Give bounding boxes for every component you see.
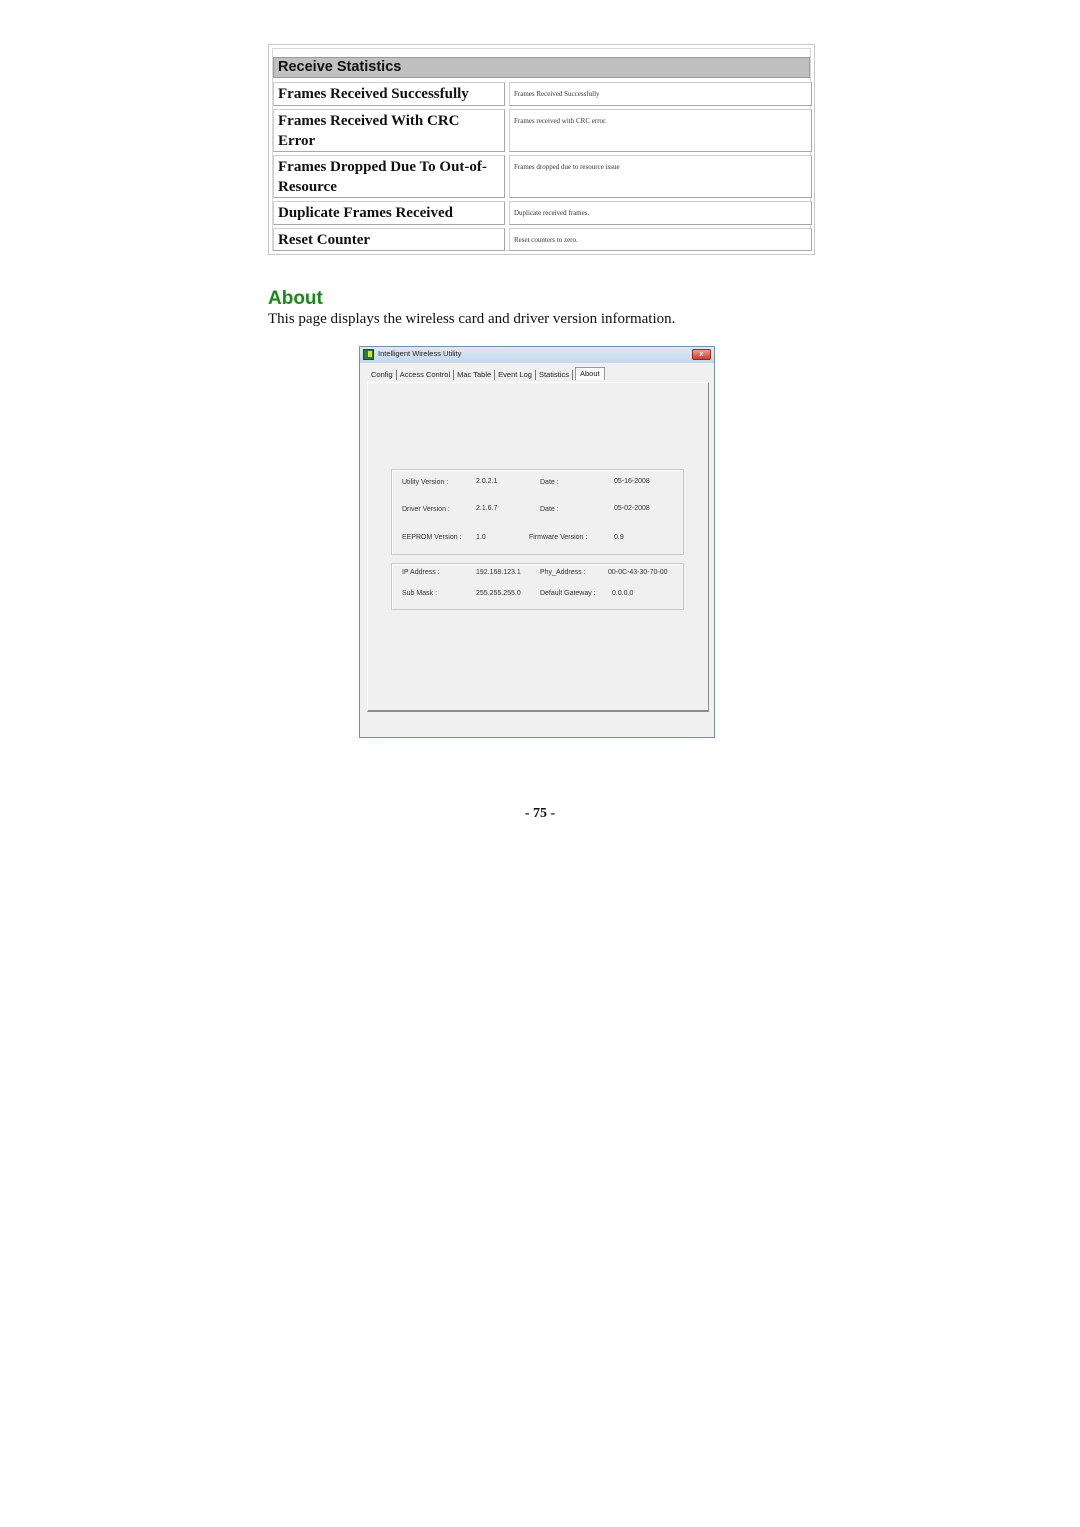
sub-mask-label: Sub Mask :: [402, 590, 438, 597]
tab-mac-table[interactable]: Mac Table: [454, 370, 496, 380]
tab-statistics[interactable]: Statistics: [536, 370, 573, 380]
row-value: Frames Received Successfully: [509, 82, 812, 106]
firmware-version-value: 0.9: [614, 534, 624, 541]
row-value: Frames dropped due to resource issue: [509, 155, 812, 198]
eeprom-version-value: 1.0: [476, 534, 486, 541]
tab-bar: Config Access Control Mac Table Event Lo…: [368, 366, 605, 382]
section-title-about: About: [268, 288, 323, 309]
ip-address-label: IP Address :: [402, 569, 440, 576]
page-number: - 75 -: [524, 806, 556, 821]
phy-address-label: Phy_Address :: [540, 569, 586, 576]
driver-date-value: 05-02-2008: [614, 505, 650, 512]
table-header: Receive Statistics: [273, 57, 810, 78]
phy-address-value: 00-0C-43-30-70-00: [608, 569, 668, 576]
default-gateway-label: Default Gateway :: [540, 590, 596, 597]
utility-version-label: Utility Version :: [402, 479, 449, 486]
network-info-group: IP Address : 192.168.123.1 Phy_Address :…: [391, 563, 684, 610]
ip-address-value: 192.168.123.1: [476, 569, 521, 576]
row-value: Duplicate received frames.: [509, 201, 812, 225]
window-title: Intelligent Wireless Utility: [378, 349, 462, 358]
sub-mask-value: 255.255.255.0: [476, 590, 521, 597]
tab-access-control[interactable]: Access Control: [397, 370, 455, 380]
receive-statistics-table: Receive Statistics Frames Received Succe…: [268, 44, 815, 255]
row-key: Reset Counter: [273, 228, 505, 251]
row-key: Frames Dropped Due To Out-of-Resource: [273, 155, 505, 198]
utility-window-screenshot: Intelligent Wireless Utility x Config Ac…: [359, 346, 715, 738]
about-tab-panel: Utility Version : 2.0.2.1 Date : 05-16-2…: [367, 382, 709, 712]
tab-about[interactable]: About: [574, 366, 605, 380]
row-value: Frames received with CRC error.: [509, 109, 812, 152]
app-icon: [363, 349, 374, 360]
utility-version-value: 2.0.2.1: [476, 478, 498, 485]
driver-version-label: Driver Version :: [402, 506, 450, 513]
close-icon[interactable]: x: [692, 349, 711, 360]
firmware-version-label: Firmware Version :: [529, 534, 588, 541]
window-titlebar: Intelligent Wireless Utility x: [360, 347, 714, 363]
default-gateway-value: 0.0.0.0: [612, 590, 634, 597]
row-key: Frames Received With CRC Error: [273, 109, 505, 152]
utility-date-label: Date :: [540, 479, 559, 486]
utility-date-value: 05-16-2008: [614, 478, 650, 485]
row-value: Reset counters to zero.: [509, 228, 812, 251]
row-key: Duplicate Frames Received: [273, 201, 505, 225]
driver-version-value: 2.1.6.7: [476, 505, 498, 512]
version-info-group: Utility Version : 2.0.2.1 Date : 05-16-2…: [391, 469, 684, 555]
tab-config[interactable]: Config: [368, 370, 397, 380]
row-key: Frames Received Successfully: [273, 82, 505, 106]
driver-date-label: Date :: [540, 506, 559, 513]
eeprom-version-label: EEPROM Version :: [402, 534, 462, 541]
section-description: This page displays the wireless card and…: [268, 311, 676, 327]
tab-event-log[interactable]: Event Log: [495, 370, 536, 380]
